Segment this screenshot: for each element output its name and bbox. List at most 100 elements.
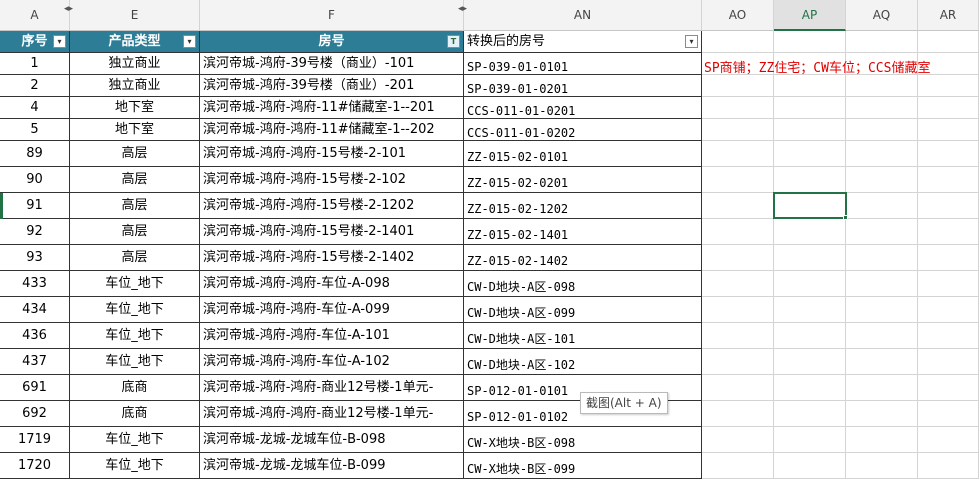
cell-converted[interactable]: CW-X地块-B区-098 bbox=[464, 427, 702, 453]
empty-cell[interactable] bbox=[702, 323, 774, 349]
cell-converted[interactable]: ZZ-015-02-0201 bbox=[464, 167, 702, 193]
empty-cell[interactable] bbox=[774, 297, 846, 323]
empty-cell[interactable] bbox=[846, 245, 918, 271]
empty-cell[interactable] bbox=[846, 141, 918, 167]
empty-cell[interactable] bbox=[774, 141, 846, 167]
empty-cell[interactable] bbox=[918, 193, 979, 219]
empty-cell[interactable] bbox=[846, 297, 918, 323]
empty-cell[interactable] bbox=[918, 401, 979, 427]
hidden-columns-marker-2[interactable]: ◂▸ bbox=[458, 4, 467, 14]
column-header-aq[interactable]: AQ bbox=[846, 0, 918, 31]
empty-cell[interactable] bbox=[918, 141, 979, 167]
column-header-a[interactable]: A bbox=[0, 0, 70, 31]
cell-seq[interactable]: 433 bbox=[0, 271, 70, 297]
empty-cell[interactable] bbox=[918, 167, 979, 193]
cell-seq[interactable]: 2 bbox=[0, 75, 70, 97]
fill-handle[interactable] bbox=[843, 215, 848, 220]
empty-cell[interactable] bbox=[702, 401, 774, 427]
cell-product-type[interactable]: 车位_地下 bbox=[70, 271, 200, 297]
cell-seq[interactable]: 1720 bbox=[0, 453, 70, 479]
empty-cell[interactable] bbox=[846, 193, 918, 219]
cell-converted[interactable]: ZZ-015-02-1401 bbox=[464, 219, 702, 245]
empty-cell[interactable] bbox=[846, 31, 918, 53]
empty-cell[interactable] bbox=[702, 141, 774, 167]
filter-dropdown-icon[interactable]: ▾ bbox=[685, 35, 698, 48]
cell-room-no[interactable]: 滨河帝城-鸿府-鸿府-15号楼-2-1402 bbox=[200, 245, 464, 271]
cell-product-type[interactable]: 车位_地下 bbox=[70, 297, 200, 323]
header-converted[interactable]: 转换后的房号 ▾ bbox=[464, 31, 702, 53]
cell-converted[interactable]: CW-X地块-B区-099 bbox=[464, 453, 702, 479]
cell-product-type[interactable]: 独立商业 bbox=[70, 75, 200, 97]
selected-cell[interactable] bbox=[773, 192, 847, 219]
cell-converted[interactable]: CW-D地块-A区-098 bbox=[464, 271, 702, 297]
empty-cell[interactable] bbox=[846, 375, 918, 401]
empty-cell[interactable] bbox=[846, 323, 918, 349]
empty-cell[interactable] bbox=[702, 97, 774, 119]
cell-room-no[interactable]: 滨河帝城-鸿府-39号楼（商业）-101 bbox=[200, 53, 464, 75]
cell-product-type[interactable]: 地下室 bbox=[70, 119, 200, 141]
empty-cell[interactable] bbox=[918, 75, 979, 97]
column-header-ap[interactable]: AP bbox=[774, 0, 846, 31]
empty-cell[interactable] bbox=[846, 75, 918, 97]
empty-cell[interactable] bbox=[774, 75, 846, 97]
empty-cell[interactable] bbox=[918, 245, 979, 271]
filter-active-icon[interactable]: T bbox=[447, 35, 460, 48]
cell-room-no[interactable]: 滨河帝城-鸿府-鸿府-商业12号楼-1单元- bbox=[200, 375, 464, 401]
empty-cell[interactable] bbox=[774, 97, 846, 119]
empty-cell[interactable] bbox=[774, 31, 846, 53]
empty-cell[interactable] bbox=[918, 427, 979, 453]
cell-product-type[interactable]: 高层 bbox=[70, 167, 200, 193]
cell-room-no[interactable]: 滨河帝城-鸿府-鸿府-车位-A-098 bbox=[200, 271, 464, 297]
column-header-an[interactable]: AN bbox=[464, 0, 702, 31]
empty-cell[interactable] bbox=[918, 271, 979, 297]
header-seq[interactable]: 序号 ▾ bbox=[0, 31, 70, 53]
cell-seq[interactable]: 437 bbox=[0, 349, 70, 375]
cell-seq[interactable]: 5 bbox=[0, 119, 70, 141]
cell-product-type[interactable]: 地下室 bbox=[70, 97, 200, 119]
cell-product-type[interactable]: 车位_地下 bbox=[70, 323, 200, 349]
cell-seq[interactable]: 92 bbox=[0, 219, 70, 245]
empty-cell[interactable] bbox=[774, 323, 846, 349]
cell-converted[interactable]: CW-D地块-A区-102 bbox=[464, 349, 702, 375]
empty-cell[interactable] bbox=[846, 349, 918, 375]
empty-cell[interactable] bbox=[918, 375, 979, 401]
cell-seq[interactable]: 436 bbox=[0, 323, 70, 349]
empty-cell[interactable] bbox=[846, 119, 918, 141]
empty-cell[interactable] bbox=[846, 167, 918, 193]
cell-converted[interactable]: SP-039-01-0101 bbox=[464, 53, 702, 75]
empty-cell[interactable] bbox=[702, 31, 774, 53]
cell-seq[interactable]: 434 bbox=[0, 297, 70, 323]
cell-room-no[interactable]: 滨河帝城-鸿府-鸿府-商业12号楼-1单元- bbox=[200, 401, 464, 427]
header-product-type[interactable]: 产品类型 ▾ bbox=[70, 31, 200, 53]
cell-seq[interactable]: 90 bbox=[0, 167, 70, 193]
empty-cell[interactable] bbox=[774, 427, 846, 453]
cell-product-type[interactable]: 高层 bbox=[70, 141, 200, 167]
column-header-f[interactable]: F bbox=[200, 0, 464, 31]
cell-product-type[interactable]: 底商 bbox=[70, 375, 200, 401]
empty-cell[interactable] bbox=[774, 375, 846, 401]
cell-room-no[interactable]: 滨河帝城-鸿府-鸿府-11#储藏室-1--202 bbox=[200, 119, 464, 141]
empty-cell[interactable] bbox=[774, 167, 846, 193]
empty-cell[interactable] bbox=[774, 401, 846, 427]
empty-cell[interactable] bbox=[846, 271, 918, 297]
empty-cell[interactable] bbox=[918, 31, 979, 53]
filter-dropdown-icon[interactable]: ▾ bbox=[53, 35, 66, 48]
empty-cell[interactable] bbox=[918, 323, 979, 349]
cell-product-type[interactable]: 车位_地下 bbox=[70, 427, 200, 453]
cell-seq[interactable]: 93 bbox=[0, 245, 70, 271]
cell-room-no[interactable]: 滨河帝城-龙城-龙城车位-B-098 bbox=[200, 427, 464, 453]
empty-cell[interactable] bbox=[846, 427, 918, 453]
cell-seq[interactable]: 1719 bbox=[0, 427, 70, 453]
empty-cell[interactable] bbox=[702, 375, 774, 401]
empty-cell[interactable] bbox=[774, 271, 846, 297]
empty-cell[interactable] bbox=[846, 401, 918, 427]
cell-product-type[interactable]: 高层 bbox=[70, 193, 200, 219]
filter-dropdown-icon[interactable]: ▾ bbox=[183, 35, 196, 48]
empty-cell[interactable] bbox=[846, 219, 918, 245]
empty-cell[interactable] bbox=[774, 119, 846, 141]
cell-product-type[interactable]: 底商 bbox=[70, 401, 200, 427]
cell-converted[interactable]: ZZ-015-02-0101 bbox=[464, 141, 702, 167]
hidden-columns-marker-1[interactable]: ◂▸ bbox=[64, 4, 73, 14]
cell-product-type[interactable]: 独立商业 bbox=[70, 53, 200, 75]
cell-room-no[interactable]: 滨河帝城-鸿府-鸿府-15号楼-2-101 bbox=[200, 141, 464, 167]
